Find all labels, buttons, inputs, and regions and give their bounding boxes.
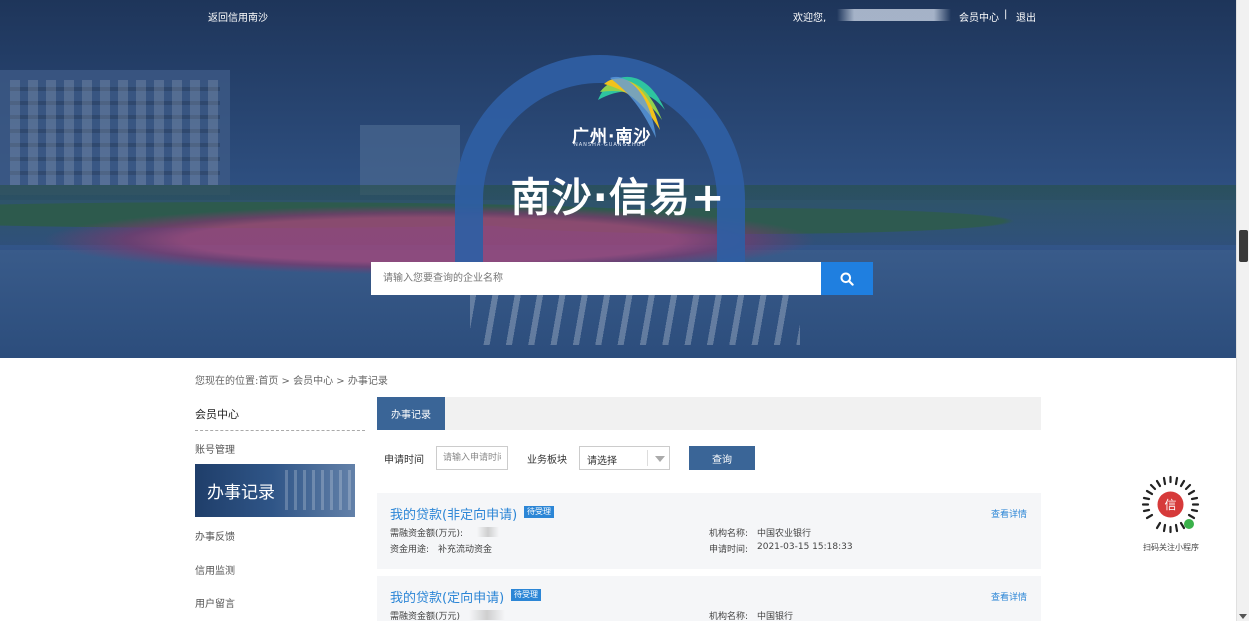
select-divider — [647, 450, 648, 466]
logout-link[interactable]: 退出 — [1016, 9, 1036, 24]
sector-select[interactable]: 请选择 — [579, 446, 670, 470]
sidebar-divider — [195, 430, 365, 431]
status-badge: 待受理 — [524, 506, 554, 518]
time-label: 申请时间: — [709, 545, 749, 555]
org-value: 中国农业银行 — [757, 529, 812, 539]
record-card: 我的贷款(非定向申请) 待受理 查看详情 需融资金额(万元): 资金用途: 补充… — [377, 493, 1041, 569]
filter-sector-label: 业务板块 — [527, 455, 567, 466]
record-card: 我的贷款(定向申请) 待受理 查看详情 需融资金额(万元) 机构名称: 中国银行 — [377, 576, 1041, 621]
amount-value-masked — [469, 610, 505, 620]
scrollbar-thumb[interactable] — [1239, 230, 1248, 262]
query-button[interactable]: 查询 — [689, 446, 755, 470]
welcome-text: 欢迎您, — [793, 13, 827, 24]
sidebar-item-credit-monitor[interactable]: 信用监测 — [195, 562, 235, 577]
amount-label: 需融资金额(万元) — [390, 612, 461, 621]
org-label: 机构名称: — [709, 612, 749, 621]
topbar-separator: | — [1004, 9, 1008, 20]
amount-value-masked — [477, 527, 499, 537]
hero-logo-subtext: NANSHA·GUANGZHOU — [574, 142, 647, 148]
page-scrollbar[interactable] — [1236, 0, 1249, 621]
hero-banner: 广州·南沙 NANSHA·GUANGZHOU 南沙·信易+ — [0, 0, 1236, 358]
breadcrumb: 您现在的位置:首页 > 会员中心 > 办事记录 — [195, 376, 388, 387]
filter-time-label: 申请时间 — [384, 455, 424, 466]
hero-title: 南沙·信易+ — [510, 175, 726, 221]
chevron-down-icon — [655, 456, 665, 462]
username-masked — [837, 9, 951, 21]
svg-text:信: 信 — [1164, 498, 1176, 512]
company-search — [371, 262, 873, 295]
company-search-input[interactable] — [371, 262, 821, 295]
sidebar-item-messages[interactable]: 用户留言 — [195, 595, 235, 610]
sidebar-item-feedback[interactable]: 办事反馈 — [195, 528, 235, 543]
back-to-credit-nansha-link[interactable]: 返回信用南沙 — [208, 9, 268, 24]
view-detail-link[interactable]: 查看详情 — [991, 590, 1027, 603]
member-center-link[interactable]: 会员中心 — [959, 9, 999, 24]
view-detail-link[interactable]: 查看详情 — [991, 507, 1027, 520]
sidebar-item-account[interactable]: 账号管理 — [195, 441, 235, 456]
tab-records[interactable]: 办事记录 — [377, 397, 445, 430]
search-icon — [840, 272, 854, 286]
time-value: 2021-03-15 15:18:33 — [757, 542, 853, 552]
sidebar-item-records-label: 办事记录 — [207, 483, 275, 503]
mini-program-qr-icon[interactable]: 信 — [1139, 473, 1202, 536]
record-title[interactable]: 我的贷款(定向申请) — [390, 587, 504, 606]
sidebar-title: 会员中心 — [195, 408, 239, 421]
record-title[interactable]: 我的贷款(非定向申请) — [390, 504, 517, 523]
purpose-label: 资金用途: — [390, 545, 430, 555]
sector-select-value: 请选择 — [587, 456, 617, 467]
scroll-down-arrow-icon[interactable] — [1239, 614, 1247, 619]
search-button[interactable] — [821, 262, 873, 295]
apply-time-input[interactable] — [436, 446, 508, 470]
org-label: 机构名称: — [709, 529, 749, 539]
records-tab-bar: 办事记录 — [377, 397, 1041, 430]
purpose-value: 补充流动资金 — [438, 545, 493, 555]
status-badge: 待受理 — [511, 589, 541, 601]
qr-label: 扫码关注小程序 — [1143, 543, 1199, 552]
org-value: 中国银行 — [757, 612, 794, 621]
sidebar-item-records[interactable]: 办事记录 — [195, 464, 365, 517]
amount-label: 需融资金额(万元): — [390, 529, 464, 539]
